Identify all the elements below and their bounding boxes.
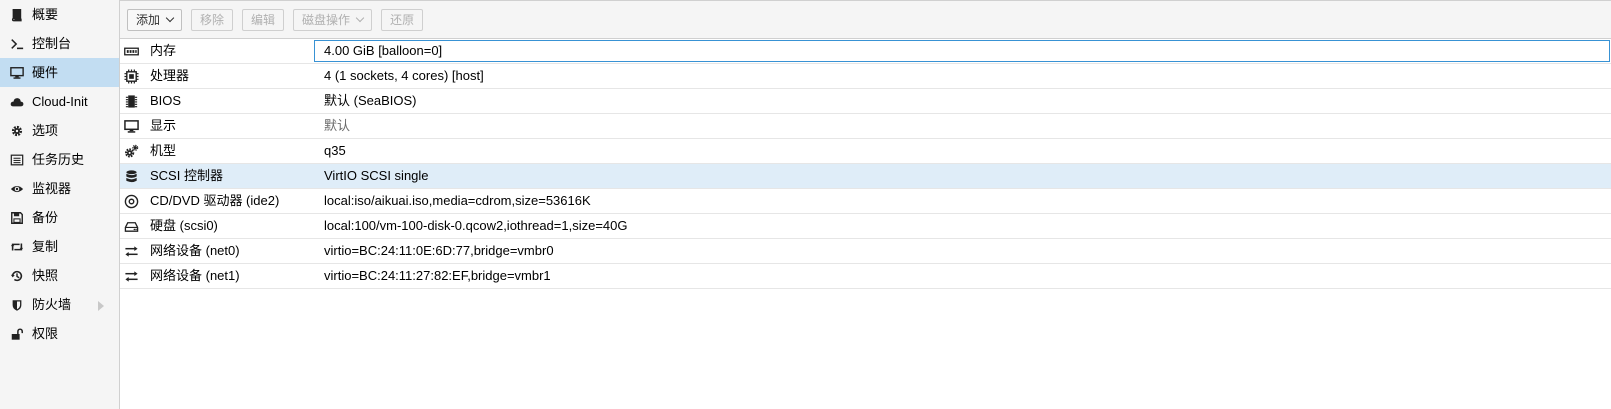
expand-arrow-icon[interactable] (98, 301, 104, 311)
hardware-row-value: VirtIO SCSI single (324, 168, 429, 183)
sidebar-item-cloud-init[interactable]: Cloud-Init (0, 87, 119, 116)
sidebar-item-snapshots[interactable]: 快照 (0, 261, 119, 290)
hardware-row-harddisk[interactable]: 硬盘 (scsi0) local:100/vm-100-disk-0.qcow2… (120, 214, 1611, 239)
sidebar-item-summary[interactable]: 概要 (0, 0, 119, 29)
database-icon (123, 164, 139, 188)
sidebar-item-label: 选项 (32, 123, 59, 138)
sidebar-item-label: 控制台 (32, 36, 72, 51)
sidebar-item-label: 硬件 (32, 65, 59, 80)
hardware-row-name: CD/DVD 驱动器 (ide2) (150, 193, 280, 208)
sidebar-item-label: Cloud-Init (32, 94, 88, 109)
add-button-label: 添加 (136, 12, 161, 27)
gear-icon (9, 116, 25, 145)
revert-button[interactable]: 还原 (381, 8, 424, 31)
remove-button-label: 移除 (200, 12, 225, 27)
hardware-row-cdrom[interactable]: CD/DVD 驱动器 (ide2) local:iso/aikuai.iso,m… (120, 189, 1611, 214)
sidebar-item-label: 概要 (32, 7, 59, 22)
sidebar-item-permissions[interactable]: 权限 (0, 319, 119, 348)
chevron-down-icon (165, 13, 175, 23)
history-icon (9, 261, 25, 290)
sidebar-item-monitor[interactable]: 监视器 (0, 174, 119, 203)
sidebar-item-label: 权限 (32, 326, 59, 341)
unlock-icon (9, 319, 25, 348)
sidebar-item-hardware[interactable]: 硬件 (0, 58, 119, 87)
hardware-row-bios[interactable]: BIOS 默认 (SeaBIOS) (120, 89, 1611, 114)
exchange-icon (123, 239, 139, 263)
hardware-row-net1[interactable]: 网络设备 (net1) virtio=BC:24:11:27:82:EF,bri… (120, 264, 1611, 289)
hardware-row-value: 默认 (SeaBIOS) (324, 93, 417, 108)
retweet-icon (9, 232, 25, 261)
hardware-row-name: 网络设备 (net1) (150, 268, 240, 283)
chevron-down-icon (355, 13, 365, 23)
hardware-row-memory[interactable]: 内存 4.00 GiB [balloon=0] (120, 39, 1611, 64)
sidebar-item-label: 快照 (32, 268, 59, 283)
eye-icon (9, 174, 25, 203)
sidebar-item-replication[interactable]: 复制 (0, 232, 119, 261)
toolbar: 添加 移除 编辑 磁盘操作 还原 (120, 1, 1611, 39)
desktop-icon (9, 58, 25, 87)
hardware-row-value: 默认 (324, 118, 351, 133)
cloud-icon (9, 87, 25, 116)
sidebar-item-options[interactable]: 选项 (0, 116, 119, 145)
sidebar: 概要 控制台 硬件 Cloud-Init 选项 任务历史 监视器 备份 复制 快… (0, 0, 120, 409)
hardware-row-name: 处理器 (150, 68, 190, 83)
hardware-row-name: 硬盘 (scsi0) (150, 218, 218, 233)
sidebar-item-firewall[interactable]: 防火墙 (0, 290, 119, 319)
disk-action-button-label: 磁盘操作 (302, 12, 351, 27)
cdrom-icon (123, 189, 139, 213)
revert-button-label: 还原 (390, 12, 415, 27)
hardware-row-value: virtio=BC:24:11:0E:6D:77,bridge=vmbr0 (324, 243, 554, 258)
hardware-row-value-editor[interactable]: 4.00 GiB [balloon=0] (314, 40, 1610, 62)
sidebar-item-label: 防火墙 (32, 297, 72, 312)
list-icon (9, 145, 25, 174)
microchip-icon (123, 89, 139, 113)
hardware-row-scsi-controller[interactable]: SCSI 控制器 VirtIO SCSI single (120, 164, 1611, 189)
remove-button[interactable]: 移除 (191, 8, 234, 31)
sidebar-item-label: 任务历史 (32, 152, 85, 167)
sidebar-item-label: 复制 (32, 239, 59, 254)
sidebar-item-task-history[interactable]: 任务历史 (0, 145, 119, 174)
add-button[interactable]: 添加 (127, 8, 183, 31)
cogs-icon (123, 139, 139, 163)
harddisk-icon (123, 214, 139, 238)
disk-action-button[interactable]: 磁盘操作 (293, 8, 373, 31)
edit-button[interactable]: 编辑 (242, 8, 285, 31)
edit-button-label: 编辑 (251, 12, 276, 27)
memory-icon (123, 39, 139, 63)
floppy-icon (9, 203, 25, 232)
cpu-icon (123, 64, 139, 88)
hardware-row-name: 机型 (150, 143, 177, 158)
hardware-grid: 内存 4.00 GiB [balloon=0] 处理器 4 (1 sockets… (120, 39, 1611, 289)
hardware-row-display[interactable]: 显示 默认 (120, 114, 1611, 139)
sidebar-item-label: 监视器 (32, 181, 72, 196)
hardware-row-name: BIOS (150, 93, 182, 108)
hardware-row-value: 4 (1 sockets, 4 cores) [host] (324, 68, 484, 83)
terminal-icon (9, 29, 25, 58)
shield-icon (9, 290, 25, 319)
hardware-row-name: 内存 (150, 43, 177, 58)
hardware-row-value: virtio=BC:24:11:27:82:EF,bridge=vmbr1 (324, 268, 551, 283)
hardware-row-value: q35 (324, 143, 346, 158)
sidebar-item-console[interactable]: 控制台 (0, 29, 119, 58)
exchange-icon (123, 264, 139, 288)
book-icon (9, 0, 25, 29)
sidebar-item-label: 备份 (32, 210, 59, 225)
hardware-row-name: 显示 (150, 118, 177, 133)
hardware-row-value: local:iso/aikuai.iso,media=cdrom,size=53… (324, 193, 591, 208)
hardware-panel: 添加 移除 编辑 磁盘操作 还原 内存 4.00 GiB [balloon=0] (120, 0, 1611, 409)
hardware-row-value: local:100/vm-100-disk-0.qcow2,iothread=1… (324, 218, 628, 233)
hardware-row-net0[interactable]: 网络设备 (net0) virtio=BC:24:11:0E:6D:77,bri… (120, 239, 1611, 264)
desktop-icon (123, 114, 139, 138)
hardware-row-name: 网络设备 (net0) (150, 243, 240, 258)
hardware-row-machine[interactable]: 机型 q35 (120, 139, 1611, 164)
hardware-row-name: SCSI 控制器 (150, 168, 223, 183)
hardware-row-processor[interactable]: 处理器 4 (1 sockets, 4 cores) [host] (120, 64, 1611, 89)
sidebar-item-backup[interactable]: 备份 (0, 203, 119, 232)
